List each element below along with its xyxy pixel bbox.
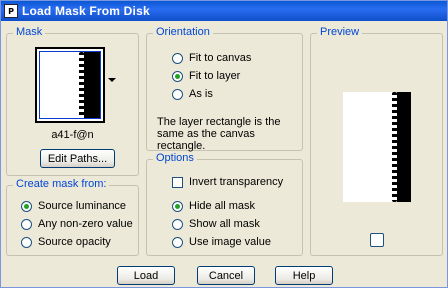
app-icon: P	[4, 4, 18, 18]
preview-legend: Preview	[317, 26, 363, 38]
options-group: Options Invert transparency Hide all mas…	[146, 152, 303, 256]
radio-label: Use image value	[189, 236, 271, 248]
radio-use-image-value[interactable]: Use image value	[172, 236, 271, 248]
mask-legend: Mask	[13, 26, 46, 38]
radio-dot	[172, 236, 183, 248]
create-mask-from-group: Create mask from: Source luminance Any n…	[6, 178, 139, 256]
mask-group: Mask a41-f@n Edit Paths...	[6, 26, 139, 176]
load-button[interactable]: Load	[117, 266, 175, 285]
radio-dot	[172, 52, 183, 64]
radio-any-non-zero[interactable]: Any non-zero value	[21, 218, 133, 230]
radio-label: Hide all mask	[189, 200, 256, 212]
checkbox-box	[172, 176, 183, 188]
checkbox-label: Invert transparency	[189, 176, 284, 188]
radio-dot	[21, 236, 32, 248]
radio-dot	[172, 88, 183, 100]
orientation-group: Orientation Fit to canvas Fit to layer A…	[146, 26, 303, 152]
radio-dot	[172, 218, 183, 230]
radio-hide-all-mask[interactable]: Hide all mask	[172, 200, 255, 212]
radio-label: Fit to canvas	[189, 52, 252, 64]
preview-group: Preview	[310, 26, 443, 256]
radio-source-luminance[interactable]: Source luminance	[21, 200, 126, 212]
radio-show-all-mask[interactable]: Show all mask	[172, 218, 260, 230]
mask-thumbnail-button[interactable]	[35, 47, 105, 123]
mask-pattern	[79, 52, 100, 118]
radio-fit-to-canvas[interactable]: Fit to canvas	[172, 52, 251, 64]
radio-label: Source opacity	[38, 236, 111, 248]
radio-dot	[172, 200, 183, 212]
preview-image	[343, 92, 411, 202]
radio-source-opacity[interactable]: Source opacity	[21, 236, 111, 248]
radio-as-is[interactable]: As is	[172, 88, 213, 100]
radio-fit-to-layer[interactable]: Fit to layer	[172, 70, 240, 82]
cancel-button[interactable]: Cancel	[197, 266, 255, 285]
options-legend: Options	[153, 152, 197, 164]
radio-label: Show all mask	[189, 218, 260, 230]
radio-label: As is	[189, 88, 213, 100]
radio-label: Fit to layer	[189, 70, 241, 82]
orientation-legend: Orientation	[153, 26, 213, 38]
help-button[interactable]: Help	[275, 266, 333, 285]
title-bar[interactable]: P Load Mask From Disk	[1, 1, 447, 21]
invert-transparency-checkbox[interactable]: Invert transparency	[172, 176, 283, 188]
mask-thumbnail	[39, 51, 101, 119]
preview-pattern	[392, 92, 411, 202]
mask-filename: a41-f@n	[51, 129, 94, 141]
radio-dot	[21, 218, 32, 230]
edit-paths-button[interactable]: Edit Paths...	[40, 149, 115, 168]
orientation-note: The layer rectangle is the same as the c…	[157, 116, 281, 152]
radio-dot	[172, 70, 183, 82]
preview-toggle-button[interactable]	[370, 233, 384, 247]
window-title: Load Mask From Disk	[22, 4, 150, 18]
radio-label: Source luminance	[38, 200, 127, 212]
dialog-window: P Load Mask From Disk Mask a41-f@n Edit …	[0, 0, 448, 288]
triangle-down-icon	[107, 77, 116, 82]
mask-dropdown-button[interactable]	[106, 74, 117, 85]
radio-dot	[21, 200, 32, 212]
radio-label: Any non-zero value	[38, 218, 133, 230]
create-mask-from-legend: Create mask from:	[13, 178, 110, 190]
